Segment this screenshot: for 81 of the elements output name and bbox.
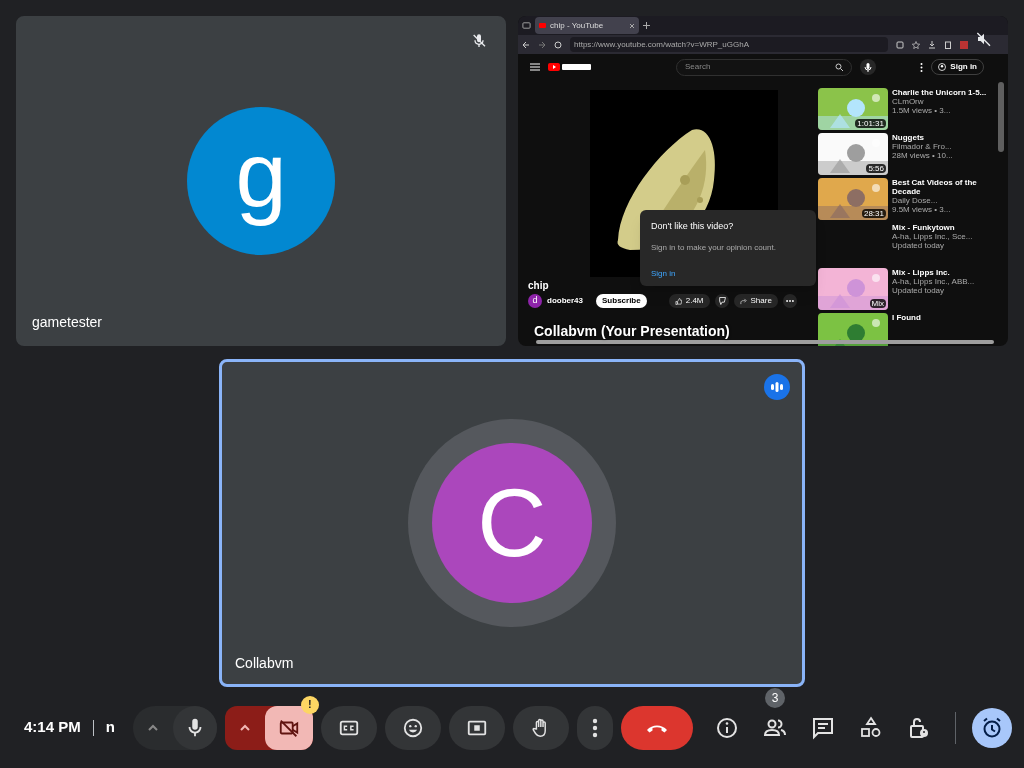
chevron-up-icon[interactable]	[146, 723, 159, 732]
video-duration: 1:01:31	[855, 119, 886, 128]
recommendation-title[interactable]: Charlie the Unicorn 1-5...	[892, 88, 994, 97]
chat-icon	[811, 715, 835, 740]
mix-badge: Mix	[869, 299, 886, 308]
channel-name: A-ha, Lipps Inc., ABB...	[892, 277, 976, 286]
video-duration: 5:56	[866, 164, 886, 173]
youtube-logo-icon	[539, 23, 546, 28]
emoji-button[interactable]	[384, 705, 441, 750]
present-button[interactable]	[448, 705, 505, 750]
channel-avatar: d	[528, 294, 542, 308]
smiley-icon	[401, 716, 424, 739]
captions-button[interactable]	[320, 705, 377, 750]
close-icon[interactable]	[629, 22, 635, 29]
channel-name[interactable]: doober43	[547, 295, 583, 307]
participant-name: Collabvm	[235, 654, 294, 673]
more-options-button[interactable]	[576, 705, 613, 750]
participant-name: gametester	[32, 313, 103, 332]
reload-icon[interactable]	[554, 40, 562, 49]
channel-name: Filmador & Fro...	[892, 142, 953, 151]
participant-count-badge: 3	[765, 687, 785, 708]
channel-name: CLmOrw	[892, 97, 925, 106]
popup-text: Sign in to make your opinion count.	[651, 241, 777, 254]
subscribe-button[interactable]: Subscribe	[596, 294, 647, 308]
more-icon[interactable]	[782, 294, 797, 308]
video-duration: 28:31	[861, 209, 886, 218]
channel-name: Daily Dose...	[892, 196, 939, 205]
popup-title: Don't like this video?	[651, 220, 735, 233]
info-icon	[715, 715, 739, 740]
thumbs-up-icon	[674, 297, 682, 305]
meeting-time: 4:14 PM	[24, 717, 81, 738]
video-meta: 1.5M views • 3...	[892, 106, 952, 115]
recommendation-title[interactable]: Best Cat Videos of the Decade	[892, 178, 994, 196]
recommendation-title[interactable]: I Found	[892, 313, 994, 322]
microphone-icon[interactable]	[860, 59, 876, 75]
avatar: g	[187, 107, 335, 255]
more-icon[interactable]	[920, 62, 924, 72]
star-icon[interactable]	[912, 40, 920, 49]
end-call-button[interactable]	[620, 705, 693, 750]
clipboard-icon[interactable]	[944, 40, 952, 49]
tab-list-icon[interactable]	[522, 21, 531, 30]
shapes-icon	[859, 715, 883, 740]
menu-icon[interactable]	[530, 63, 540, 71]
browser-tab[interactable]: chip - YouTube	[535, 17, 639, 34]
timer-button[interactable]	[972, 707, 1012, 748]
tab-title: chip - YouTube	[550, 19, 605, 32]
search-icon[interactable]	[835, 63, 843, 71]
presentation-label: Collabvm (Your Presentation)	[534, 323, 730, 339]
like-button[interactable]: 2.4M	[668, 294, 710, 308]
camera-button[interactable]	[264, 705, 313, 750]
warning-badge: !	[300, 695, 319, 714]
lock-icon	[907, 715, 931, 740]
recommendation-title[interactable]: Nuggets	[892, 133, 994, 142]
sign-in-link[interactable]: Sign in	[651, 267, 676, 280]
address-bar[interactable]: https://www.youtube.com/watch?v=WRP_uGGhA	[570, 37, 888, 52]
scrollbar-thumb[interactable]	[536, 340, 994, 344]
video-meta: 28M views • 10...	[892, 151, 954, 160]
forward-icon[interactable]	[538, 40, 546, 49]
new-tab-icon[interactable]	[643, 22, 650, 29]
video-meta: Updated today	[892, 241, 946, 250]
recommendation-title[interactable]: Mix - Lipps Inc.	[892, 268, 994, 277]
thumbs-down-icon[interactable]	[714, 294, 729, 308]
avatar: C	[432, 443, 592, 603]
video-title: chip	[528, 280, 549, 292]
video-meta: Updated today	[892, 286, 946, 295]
user-icon	[938, 63, 947, 71]
scrollbar-thumb[interactable]	[998, 82, 1004, 152]
raise-hand-button[interactable]	[512, 705, 569, 750]
microphone-button[interactable]	[172, 705, 217, 750]
video-meta: 9.5M views • 3...	[892, 205, 952, 214]
meeting-code: n	[105, 717, 115, 738]
chevron-up-icon[interactable]	[238, 723, 251, 732]
download-icon[interactable]	[928, 40, 936, 49]
youtube-logo-icon	[548, 62, 592, 72]
channel-name: A-ha, Lipps Inc., Sce...	[892, 232, 974, 241]
back-icon[interactable]	[522, 40, 530, 49]
recommendation-title[interactable]: Mix - Funkytown	[892, 223, 994, 232]
search-field[interactable]: Search	[676, 58, 852, 76]
share-icon	[739, 297, 747, 305]
share-button[interactable]: Share	[733, 294, 778, 308]
more-icon	[591, 717, 598, 738]
